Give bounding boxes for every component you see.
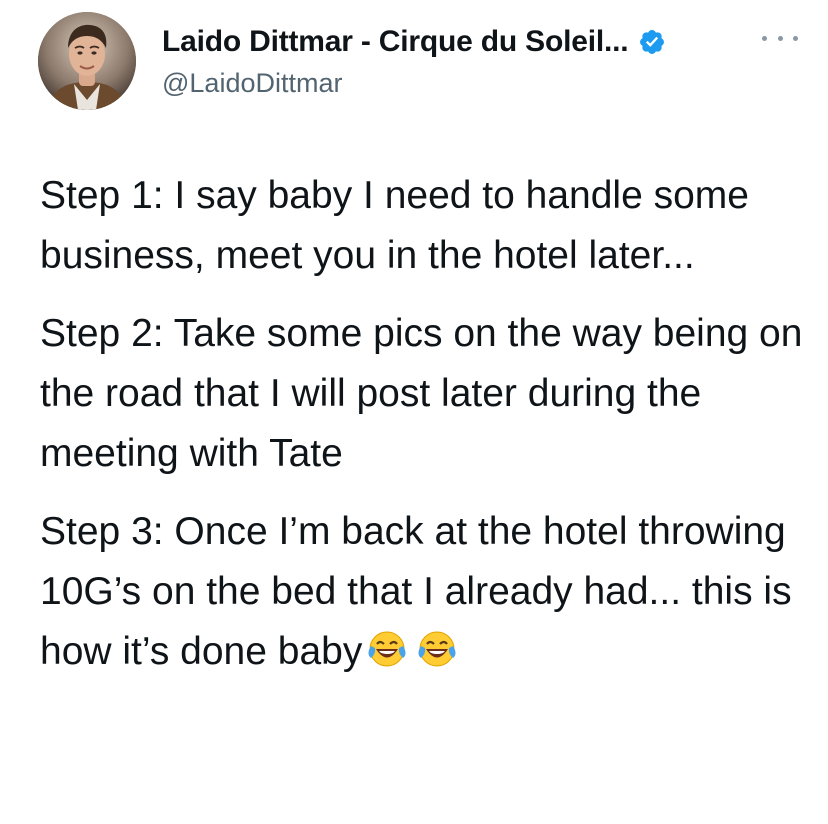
author-names: Laido Dittmar - Cirque du Soleil... @Lai…: [162, 22, 742, 99]
tweet-header: Laido Dittmar - Cirque du Soleil... @Lai…: [38, 12, 798, 112]
display-name[interactable]: Laido Dittmar - Cirque du Soleil...: [162, 25, 629, 59]
tweet-paragraph-3: Step 3: Once I’m back at the hotel throw…: [40, 502, 810, 682]
author-handle[interactable]: @LaidoDittmar: [162, 68, 742, 99]
more-dot: [777, 35, 783, 41]
verified-badge-icon: [638, 28, 666, 56]
face-with-tears-of-joy-icon: [416, 628, 458, 670]
tweet-paragraph-1: Step 1: I say baby I need to handle some…: [40, 174, 760, 277]
avatar[interactable]: [38, 12, 136, 110]
display-name-row: Laido Dittmar - Cirque du Soleil...: [162, 22, 742, 62]
tweet-paragraph-2: Step 2: Take some pics on the way being …: [40, 312, 814, 475]
face-with-tears-of-joy-icon: [366, 628, 408, 670]
profile-photo: [38, 12, 136, 110]
more-options-icon[interactable]: [762, 28, 798, 48]
more-dot: [762, 35, 767, 41]
more-dot: [793, 35, 798, 41]
tweet-text: Step 1: I say baby I need to handle some…: [40, 166, 810, 700]
tweet: Laido Dittmar - Cirque du Soleil... @Lai…: [0, 0, 828, 824]
